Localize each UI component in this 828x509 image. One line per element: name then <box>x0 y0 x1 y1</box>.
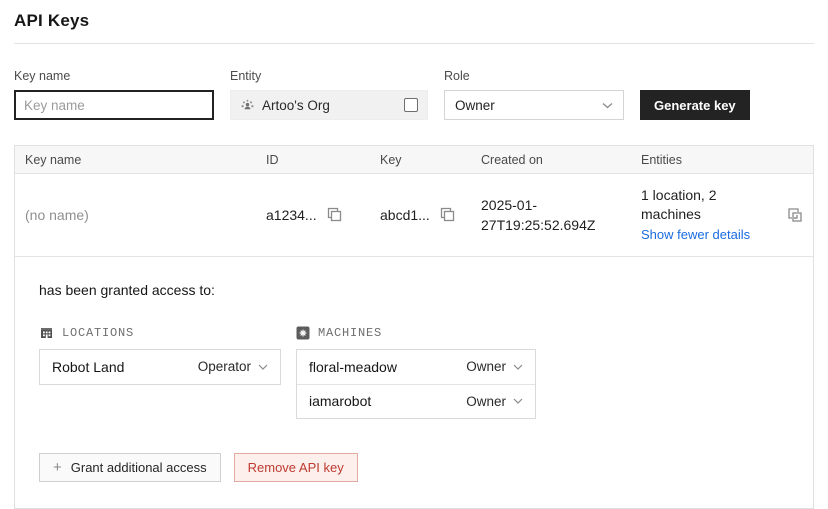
building-icon <box>39 326 54 340</box>
role-select-value: Owner <box>455 98 495 113</box>
locations-panel: Robot Land Operator <box>39 349 281 385</box>
machine-name: floral-meadow <box>309 359 397 375</box>
role-field: Role Owner <box>444 69 624 120</box>
role-label: Role <box>444 69 624 83</box>
table-header-row: Key name ID Key Created on Entities <box>15 146 813 174</box>
api-keys-page: API Keys Key name Entity <box>0 0 828 509</box>
copy-icon <box>440 207 455 222</box>
generate-key-button[interactable]: Generate key <box>640 90 750 120</box>
show-fewer-details-link[interactable]: Show fewer details <box>641 226 750 244</box>
plus-icon: + <box>53 460 62 475</box>
header-key: Key <box>370 153 471 167</box>
machine-role-select[interactable]: Owner <box>466 359 523 374</box>
copy-key-button[interactable] <box>440 207 455 222</box>
machine-role-select[interactable]: Owner <box>466 394 523 409</box>
header-id: ID <box>256 153 370 167</box>
entity-value: Artoo's Org <box>262 98 397 113</box>
machine-icon <box>296 326 310 340</box>
copy-id-button[interactable] <box>327 207 342 222</box>
create-key-form: Key name Entity <box>14 69 814 120</box>
chevron-down-icon <box>602 102 613 109</box>
chevron-down-icon <box>513 398 523 404</box>
machines-group: MACHINES floral-meadow Owner <box>296 326 536 419</box>
header-created-on: Created on <box>471 153 631 167</box>
locations-heading: LOCATIONS <box>39 326 281 340</box>
square-icon <box>404 98 418 112</box>
chevron-down-icon <box>513 364 523 370</box>
cell-key-name: (no name) <box>15 195 256 235</box>
cell-actions <box>777 195 825 235</box>
location-name: Robot Land <box>52 359 124 375</box>
key-value: abcd1... <box>380 207 430 223</box>
grant-button-label: Grant additional access <box>71 460 207 475</box>
page-title: API Keys <box>14 0 814 43</box>
key-actions: + Grant additional access Remove API key <box>39 453 789 482</box>
cell-created-on: 2025-01-27T19:25:52.694Z <box>471 183 631 248</box>
machines-heading-label: MACHINES <box>318 326 382 340</box>
duplicate-key-button[interactable] <box>787 207 803 223</box>
granted-access-text: has been granted access to: <box>39 282 789 298</box>
cell-id: a1234... <box>256 195 370 235</box>
machine-access-row: floral-meadow Owner <box>297 350 535 384</box>
location-role-value: Operator <box>198 359 251 374</box>
duplicate-icon <box>787 207 803 223</box>
machine-access-row: iamarobot Owner <box>297 384 535 418</box>
api-keys-table: Key name ID Key Created on Entities (no … <box>14 145 814 509</box>
organization-icon <box>240 99 255 112</box>
cell-entities: 1 location, 2 machines Show fewer detail… <box>631 174 777 256</box>
key-name-input[interactable] <box>14 90 214 120</box>
remove-api-key-button[interactable]: Remove API key <box>234 453 358 482</box>
entities-summary: 1 location, 2 machines <box>641 186 763 224</box>
key-name-field: Key name <box>14 69 214 120</box>
machine-role-value: Owner <box>466 394 506 409</box>
key-name-label: Key name <box>14 69 214 83</box>
table-row: (no name) a1234... abcd1... <box>15 174 813 257</box>
location-role-select[interactable]: Operator <box>198 359 268 374</box>
machines-panel: floral-meadow Owner iamarobot <box>296 349 536 419</box>
header-key-name: Key name <box>15 153 256 167</box>
chevron-down-icon <box>258 364 268 370</box>
machines-heading: MACHINES <box>296 326 536 340</box>
machine-role-value: Owner <box>466 359 506 374</box>
locations-heading-label: LOCATIONS <box>62 326 134 340</box>
location-access-row: Robot Land Operator <box>40 350 280 384</box>
grant-additional-access-button[interactable]: + Grant additional access <box>39 453 221 482</box>
title-divider <box>14 43 814 44</box>
copy-icon <box>327 207 342 222</box>
entity-selector[interactable]: Artoo's Org <box>230 90 428 120</box>
key-details-panel: has been granted access to: <box>15 257 813 508</box>
cell-key: abcd1... <box>370 195 471 235</box>
entity-field: Entity Artoo's Org <box>230 69 428 120</box>
role-select[interactable]: Owner <box>444 90 624 120</box>
id-value: a1234... <box>266 207 317 223</box>
machine-name: iamarobot <box>309 393 371 409</box>
header-entities: Entities <box>631 153 777 167</box>
entity-label: Entity <box>230 69 428 83</box>
locations-group: LOCATIONS Robot Land Operator <box>39 326 281 419</box>
